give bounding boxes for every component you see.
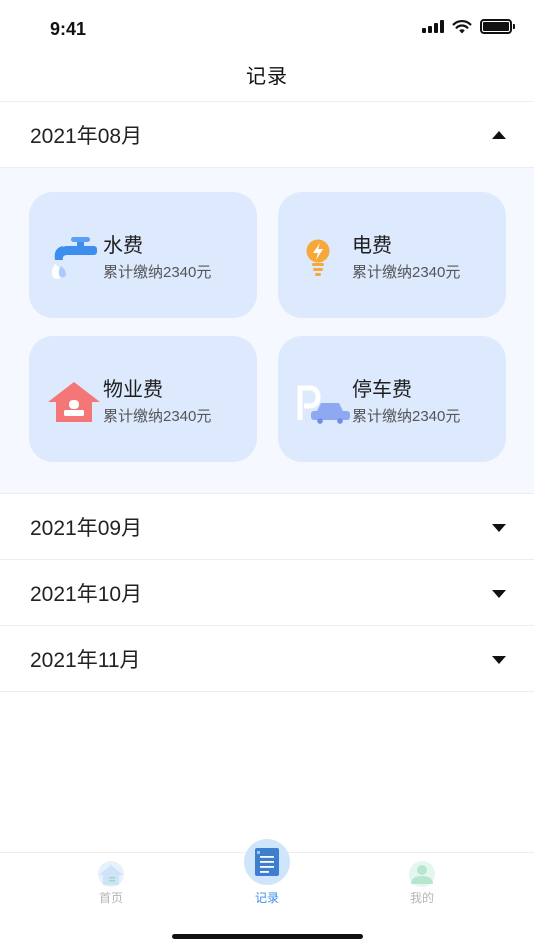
status-time: 9:41 <box>50 19 87 39</box>
month-label: 2021年08月 <box>30 125 143 148</box>
month-row-2021-08[interactable]: 2021年08月 <box>0 102 534 168</box>
month-label: 2021年11月 <box>30 649 141 672</box>
tab-label: 首页 <box>98 891 123 905</box>
fee-card-water[interactable]: 水费 累计缴纳2340元 <box>29 192 257 318</box>
caret-down-icon <box>492 590 506 598</box>
fee-title: 停车费 <box>352 379 412 401</box>
profile-icon <box>409 861 435 887</box>
cellular-signal-icon <box>422 20 444 33</box>
caret-down-icon <box>492 524 506 532</box>
faucet-icon <box>51 237 97 279</box>
fee-title: 水费 <box>103 235 143 257</box>
battery-icon <box>480 19 515 34</box>
month-row-2021-11[interactable]: 2021年11月 <box>0 626 534 692</box>
lightbulb-icon <box>306 239 330 276</box>
fee-summary: 累计缴纳2340元 <box>352 264 461 281</box>
status-bar: 9:41 <box>0 0 534 56</box>
fee-card-property[interactable]: 物业费 累计缴纳2340元 <box>29 336 257 462</box>
nav-bar: 记录 <box>0 56 534 102</box>
page-title: 记录 <box>246 66 288 88</box>
tab-profile[interactable]: 我的 <box>372 853 472 913</box>
house-icon <box>48 382 100 422</box>
month-row-2021-10[interactable]: 2021年10月 <box>0 560 534 626</box>
fee-title: 电费 <box>352 235 392 257</box>
notebook-icon <box>244 839 290 885</box>
parking-car-icon <box>297 385 350 424</box>
fee-cards-panel: 水费 累计缴纳2340元 电费 累计缴纳2340元 物业费 累计缴纳2340元 <box>0 168 534 494</box>
home-indicator <box>172 934 363 939</box>
fee-summary: 累计缴纳2340元 <box>103 264 212 281</box>
home-icon <box>98 861 124 887</box>
month-row-2021-09[interactable]: 2021年09月 <box>0 494 534 560</box>
fee-card-electricity[interactable]: 电费 累计缴纳2340元 <box>278 192 506 318</box>
tab-label: 记录 <box>254 891 279 905</box>
fee-summary: 累计缴纳2340元 <box>103 408 212 425</box>
fee-title: 物业费 <box>103 379 163 401</box>
fee-summary: 累计缴纳2340元 <box>352 408 461 425</box>
tab-label: 我的 <box>409 891 434 905</box>
month-label: 2021年10月 <box>30 583 143 606</box>
caret-up-icon <box>492 131 506 139</box>
tab-records[interactable]: 记录 <box>217 839 317 913</box>
wifi-icon <box>452 20 472 34</box>
caret-down-icon <box>492 656 506 664</box>
fee-card-parking[interactable]: 停车费 累计缴纳2340元 <box>278 336 506 462</box>
tab-home[interactable]: 首页 <box>61 853 161 913</box>
month-label: 2021年09月 <box>30 517 143 540</box>
status-icons <box>422 19 515 34</box>
